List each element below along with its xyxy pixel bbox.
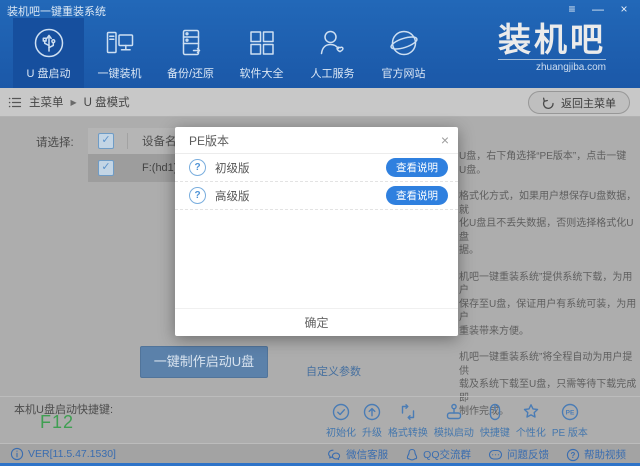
nav-item-one-key-install[interactable]: 一键装机 [84,18,155,88]
svg-text:?: ? [571,451,576,460]
feedback-link[interactable]: 问题反馈 [488,447,549,462]
breadcrumb-current: U 盘模式 [84,94,130,110]
help-video-icon: ? [566,448,580,462]
nav-item-label: 人工服务 [311,65,355,81]
qq-group-link[interactable]: QQ交流群 [405,447,471,462]
section-divider [0,396,640,397]
nav-item-label: 官方网站 [382,65,426,81]
simulate-boot-icon [444,402,464,422]
dialog-title: PE版本 [189,132,229,149]
custom-params-link[interactable]: 自定义参数 [306,363,361,379]
brand-logo-text: 装机吧 [498,22,606,58]
wechat-icon [327,448,342,462]
upgrade-arrow-icon [362,402,382,422]
return-arrow-icon [542,97,555,109]
pe-option-label: 初级版 [215,160,250,176]
nav-item-label: 备份/还原 [167,65,214,81]
nav-item-official-website[interactable]: 官方网站 [368,18,439,88]
qq-icon [405,448,419,462]
list-icon [8,96,22,109]
nav-item-label: U 盘启动 [27,65,71,81]
help-video-link[interactable]: ? 帮助视频 [566,447,626,462]
header: 装机吧一键重装系统 ≡ — × U 盘启动 [0,0,640,88]
select-all-checkbox[interactable]: ✓ [98,133,114,149]
format-convert-icon [398,402,418,422]
window-title: 装机吧一键重装系统 [7,3,106,19]
instructions-paragraph: U盘，右下角选择“PE版本”，点击一键U盘。 [459,150,637,177]
toolbar-format-convert-button[interactable]: 格式转换 [388,402,428,439]
pe-option-basic-row: ? 初级版 查看说明 [175,154,458,182]
toolbar-upgrade-button[interactable]: 升级 [362,402,382,439]
nav-item-label: 软件大全 [240,65,284,81]
return-main-menu-label: 返回主菜单 [561,95,616,111]
footer-links: 微信客服 QQ交流群 问题反馈 ? 帮助视频 [327,447,626,462]
minimize-icon[interactable]: — [590,2,606,16]
window-controls: ≡ — × [564,2,632,16]
nav-item-usb-boot[interactable]: U 盘启动 [13,18,84,88]
personalize-star-icon [521,402,541,422]
app-window: 装机吧一键重装系统 ≡ — × U 盘启动 [0,0,640,466]
menu-icon[interactable]: ≡ [564,2,580,16]
nav-item-software-collection[interactable]: 软件大全 [226,18,297,88]
version-text: VER[11.5.47.1530] [28,448,116,460]
return-main-menu-button[interactable]: 返回主菜单 [528,91,630,114]
pe-option-advanced-row: ? 高级版 查看说明 [175,182,458,210]
feedback-bubble-icon [488,448,503,462]
instructions-paragraph: 机吧一键重装系统”提供系统下载，为用户保存至U盘，保证用户有系统可装，为用户重装… [459,271,637,339]
device-name-column-header: 设备名 [127,133,177,149]
footer-bar: VER[11.5.47.1530] 微信客服 QQ交流群 [0,443,640,464]
bottom-toolbar: 初始化 升级 格式转换 模拟启动 快捷键 [326,402,588,439]
dialog-close-icon[interactable]: × [441,133,449,147]
brand-logo: 装机吧 zhuangjiba.com [498,22,606,73]
boot-hotkey-value: F12 [40,412,74,433]
wechat-support-link[interactable]: 微信客服 [327,447,388,462]
nav-item-backup-restore[interactable]: 备份/还原 [155,18,226,88]
brand-logo-domain: zhuangjiba.com [498,59,606,73]
toolbar-pe-version-button[interactable]: PE PE 版本 [552,402,588,439]
version-info: VER[11.5.47.1530] [10,447,116,461]
nav-item-human-service[interactable]: 人工服务 [297,18,368,88]
pe-version-icon: PE [560,402,580,422]
dialog-footer: 确定 [175,308,458,336]
nav-item-label: 一键装机 [98,65,142,81]
globe-icon [387,26,421,60]
breadcrumb-arrow-icon: ▶ [71,98,77,107]
view-description-button[interactable]: 查看说明 [386,158,448,177]
toolbar-initialize-button[interactable]: 初始化 [326,402,356,439]
breadcrumb: 主菜单 ▶ U 盘模式 返回主菜单 [0,88,640,117]
hotkey-mouse-icon [485,402,505,422]
desktop-computer-icon [103,26,137,60]
select-device-label: 请选择: [36,134,74,150]
device-row-checkbox[interactable]: ✓ [98,160,114,176]
info-circle-icon [10,447,24,461]
svg-text:PE: PE [566,409,575,416]
breadcrumb-root[interactable]: 主菜单 [29,94,64,110]
pe-option-label: 高级版 [215,188,250,204]
dialog-header: PE版本 × [175,127,458,154]
instructions-paragraph: 格式化方式，如果用户想保存U盘数据，就化U盘且不丢失数据，否则选择格式化U盘据。 [459,190,637,258]
close-icon[interactable]: × [616,2,632,16]
dialog-body-spacer [175,210,458,308]
make-boot-usb-button[interactable]: 一键制作启动U盘 [140,346,268,378]
toolbar-hotkey-button[interactable]: 快捷键 [480,402,510,439]
instructions-text: U盘，右下角选择“PE版本”，点击一键U盘。 格式化方式，如果用户想保存U盘数据… [459,150,637,432]
toolbar-simulate-boot-button[interactable]: 模拟启动 [434,402,474,439]
toolbar-personalize-button[interactable]: 个性化 [516,402,546,439]
usb-icon [32,26,66,60]
support-person-icon [316,26,350,60]
backup-restore-icon [174,26,208,60]
pe-version-dialog: PE版本 × ? 初级版 查看说明 ? 高级版 查看说明 确定 [175,127,458,336]
main-nav: U 盘启动 一键装机 备份/还原 [13,18,439,88]
init-check-icon [331,402,351,422]
question-circle-icon: ? [189,187,206,204]
apps-grid-icon [245,26,279,60]
question-circle-icon: ? [189,159,206,176]
view-description-button[interactable]: 查看说明 [386,186,448,205]
confirm-button[interactable]: 确定 [304,314,328,331]
